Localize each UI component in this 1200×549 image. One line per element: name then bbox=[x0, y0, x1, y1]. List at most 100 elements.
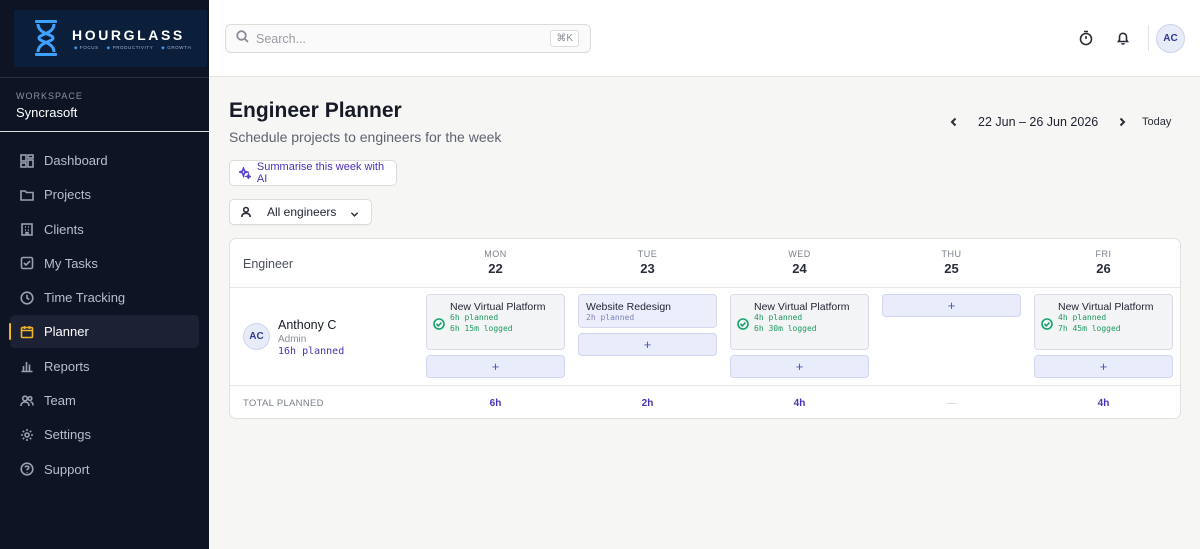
assignment-card[interactable]: New Virtual Platform 6h planned 6h 15m l… bbox=[426, 294, 565, 350]
sidebar-item-label: My Tasks bbox=[44, 255, 98, 271]
sidebar-item-team[interactable]: Team bbox=[10, 384, 199, 417]
assignment-planned: 4h planned bbox=[754, 313, 803, 322]
previous-week-button[interactable] bbox=[944, 112, 964, 132]
assignment-logged: 6h 15m logged bbox=[450, 323, 513, 333]
workspace-label: WORKSPACE bbox=[16, 91, 83, 101]
tagline-growth: GROWTH bbox=[161, 45, 191, 51]
assignment-planned: 2h planned bbox=[586, 313, 635, 322]
engineer-name[interactable]: Anthony C bbox=[278, 318, 336, 332]
sidebar-item-clients[interactable]: Clients bbox=[10, 213, 199, 246]
planner-grid: Engineer MON 22 TUE 23 WED 24 THU 25 FRI 26 A… bbox=[229, 238, 1181, 419]
workspace-name[interactable]: Syncrasoft bbox=[16, 105, 77, 120]
bell-icon[interactable] bbox=[1115, 30, 1131, 46]
workspace-divider bbox=[0, 131, 209, 132]
engineer-column-header: Engineer bbox=[243, 257, 294, 271]
building-icon bbox=[20, 222, 34, 236]
assignment-title: New Virtual Platform bbox=[450, 301, 546, 313]
engineer-filter-select[interactable]: All engineers bbox=[229, 199, 372, 225]
day-header-wed: WED 24 bbox=[730, 249, 869, 276]
engineer-role: Admin bbox=[278, 334, 307, 345]
engineer-filter-label: All engineers bbox=[267, 205, 337, 219]
sidebar-item-label: Clients bbox=[44, 221, 84, 237]
assignment-card[interactable]: New Virtual Platform 4h planned 7h 45m l… bbox=[1034, 294, 1173, 350]
assignment-title: Website Redesign bbox=[586, 301, 672, 313]
planner-header-row: Engineer MON 22 TUE 23 WED 24 THU 25 FRI 26 bbox=[230, 239, 1180, 288]
calendar-icon bbox=[20, 325, 34, 339]
total-tue: 2h bbox=[641, 398, 654, 409]
topbar: Search... ⌘K AC bbox=[209, 0, 1200, 77]
assignment-logged: 6h 30m logged bbox=[754, 323, 817, 333]
planner-cell-wed: New Virtual Platform 4h planned 6h 30m l… bbox=[730, 294, 869, 378]
day-name: MON bbox=[484, 249, 507, 259]
assignment-card[interactable]: Website Redesign 2h planned bbox=[578, 294, 717, 328]
day-name: TUE bbox=[637, 249, 658, 259]
planner-cell-mon: New Virtual Platform 6h planned 6h 15m l… bbox=[426, 294, 565, 378]
sidebar-divider bbox=[0, 77, 209, 78]
sidebar-item-support[interactable]: Support bbox=[10, 453, 199, 486]
next-week-button[interactable] bbox=[1112, 112, 1132, 132]
add-assignment-button[interactable]: + bbox=[578, 333, 717, 356]
summarise-ai-button[interactable]: Summarise this week with AI bbox=[229, 160, 397, 186]
sidebar-item-dashboard[interactable]: Dashboard bbox=[10, 144, 199, 177]
bar-chart-icon bbox=[20, 359, 34, 373]
timer-icon[interactable] bbox=[1078, 30, 1094, 46]
brand-logo[interactable]: HOURGLASS FOCUS PRODUCTIVITY GROWTH bbox=[14, 10, 207, 67]
sidebar-item-time-tracking[interactable]: Time Tracking bbox=[10, 281, 199, 314]
sidebar-item-label: Support bbox=[44, 461, 90, 477]
chevron-left-icon bbox=[950, 117, 957, 127]
add-assignment-button[interactable]: + bbox=[426, 355, 565, 378]
today-button[interactable]: Today bbox=[1142, 116, 1171, 128]
assignment-planned: 4h planned bbox=[1058, 313, 1107, 322]
day-header-mon: MON 22 bbox=[426, 249, 565, 276]
search-input[interactable]: Search... ⌘K bbox=[225, 24, 591, 53]
sidebar-item-projects[interactable]: Projects bbox=[10, 178, 199, 211]
clock-icon bbox=[20, 291, 34, 305]
sidebar-item-settings[interactable]: Settings bbox=[10, 418, 199, 451]
engineer-planned-hours: 16h planned bbox=[278, 346, 345, 357]
sidebar-item-planner[interactable]: Planner bbox=[9, 315, 199, 349]
avatar[interactable]: AC bbox=[1156, 24, 1185, 53]
help-icon bbox=[20, 462, 34, 476]
check-circle-icon bbox=[433, 317, 445, 330]
engineer-avatar: AC bbox=[243, 323, 270, 350]
add-assignment-button[interactable]: + bbox=[882, 294, 1021, 317]
assignment-card[interactable]: New Virtual Platform 4h planned 6h 30m l… bbox=[730, 294, 869, 350]
planner-cell-thu: + bbox=[882, 294, 1021, 317]
day-date: 23 bbox=[640, 261, 655, 276]
day-date: 25 bbox=[944, 261, 959, 276]
brand-taglines: FOCUS PRODUCTIVITY GROWTH bbox=[74, 45, 191, 51]
assignment-planned: 6h planned bbox=[450, 313, 499, 322]
day-name: WED bbox=[788, 249, 811, 259]
sidebar-item-label: Time Tracking bbox=[44, 290, 126, 306]
dashboard-icon bbox=[20, 153, 34, 168]
add-assignment-button[interactable]: + bbox=[730, 355, 869, 378]
total-planned-label: TOTAL PLANNED bbox=[243, 398, 324, 409]
sidebar-item-label: Projects bbox=[44, 187, 91, 203]
day-header-tue: TUE 23 bbox=[578, 249, 717, 276]
total-fri: 4h bbox=[1097, 398, 1110, 409]
day-name: THU bbox=[941, 249, 962, 259]
summarise-ai-label: Summarise this week with AI bbox=[256, 161, 385, 185]
week-range: 22 Jun – 26 Jun 2026 bbox=[978, 115, 1099, 129]
day-date: 22 bbox=[488, 261, 503, 276]
add-assignment-button[interactable]: + bbox=[1034, 355, 1173, 378]
hourglass-icon bbox=[35, 20, 57, 56]
total-planned-row: TOTAL PLANNED 6h 2h 4h — 4h bbox=[230, 386, 1180, 418]
assignment-title: New Virtual Platform bbox=[1058, 301, 1154, 313]
total-thu: — bbox=[946, 398, 957, 409]
tagline-productivity: PRODUCTIVITY bbox=[107, 45, 154, 51]
topbar-divider bbox=[1148, 25, 1149, 51]
sidebar-nav: Dashboard Projects Clients My Tasks Time… bbox=[9, 144, 199, 487]
sidebar-item-reports[interactable]: Reports bbox=[10, 350, 199, 383]
sidebar-item-label: Planner bbox=[44, 324, 89, 340]
day-date: 26 bbox=[1096, 261, 1111, 276]
total-mon: 6h bbox=[489, 398, 502, 409]
tagline-focus: FOCUS bbox=[74, 45, 99, 51]
check-circle-icon bbox=[737, 317, 749, 330]
search-shortcut: ⌘K bbox=[550, 30, 579, 47]
sidebar-item-label: Team bbox=[44, 393, 76, 409]
sidebar-item-my-tasks[interactable]: My Tasks bbox=[10, 247, 199, 280]
sparkle-icon bbox=[239, 167, 251, 179]
search-placeholder: Search... bbox=[256, 31, 307, 46]
assignment-logged: 7h 45m logged bbox=[1058, 323, 1121, 333]
